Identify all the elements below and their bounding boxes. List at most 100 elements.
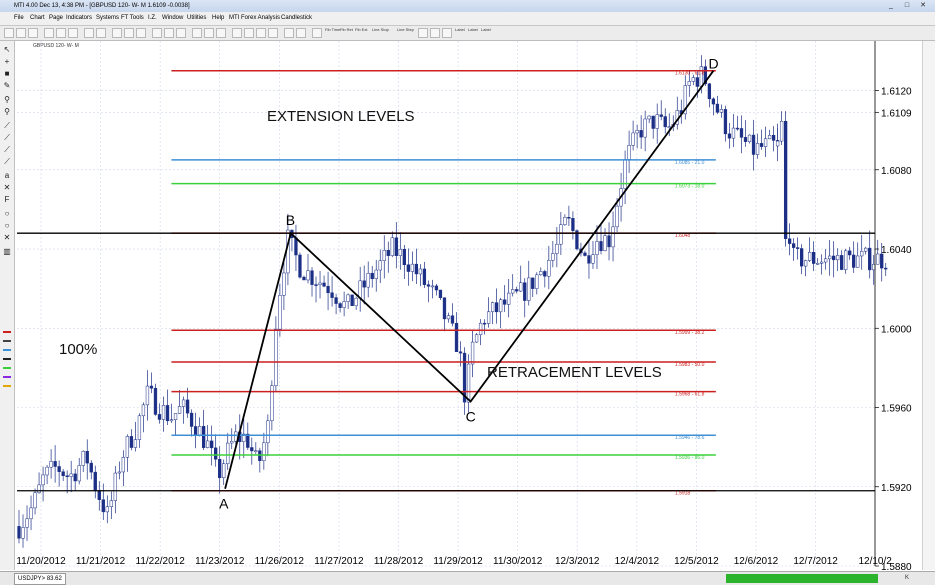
- toolbar-button-25[interactable]: [418, 28, 428, 38]
- channel-icon[interactable]: ⟋: [2, 133, 12, 142]
- circle-icon[interactable]: ○: [2, 209, 12, 218]
- toolbar-button-23[interactable]: [296, 28, 306, 38]
- toolbar-label-fib-ret[interactable]: Fib Ret: [340, 27, 353, 32]
- toolbar-label-fib-time[interactable]: Fib Time: [325, 27, 340, 32]
- candle-body: [474, 334, 479, 343]
- toolbar-label-line-step[interactable]: Line Step: [397, 27, 414, 32]
- fib-level-label: 1.5918: [675, 491, 691, 497]
- date-tick-label: 12/5/2012: [674, 556, 719, 567]
- menu-ft-tools[interactable]: FT Tools: [121, 12, 144, 25]
- toolbar-button-10[interactable]: [124, 28, 134, 38]
- toolbar-button-14[interactable]: [176, 28, 186, 38]
- toolbar-label-1[interactable]: Label: [455, 27, 465, 32]
- menu-file[interactable]: File: [14, 12, 24, 25]
- menu-page[interactable]: Page: [49, 12, 63, 25]
- flag-icon[interactable]: F: [2, 195, 12, 204]
- toolbar-label-line-stop[interactable]: Line Stop: [372, 27, 389, 32]
- fib-level-label: 1.5936 - 86.0: [675, 455, 705, 461]
- toolbar-button-19[interactable]: [244, 28, 254, 38]
- toolbar-button-22[interactable]: [284, 28, 294, 38]
- crosshair-icon[interactable]: +: [2, 57, 12, 66]
- toolbar-button-4[interactable]: [44, 28, 54, 38]
- toolbar-button-5[interactable]: [56, 28, 66, 38]
- price-chart[interactable]: GBPUSD 120- W- M 1.6130 - 61.8 1.6085 - 2…: [15, 41, 922, 570]
- connection-indicator: [726, 574, 878, 583]
- line-color-blue[interactable]: [3, 349, 11, 351]
- toolbar-label-3[interactable]: Label: [481, 27, 491, 32]
- retracement-levels-label: RETRACEMENT LEVELS: [487, 364, 662, 381]
- ellipse-icon[interactable]: ○: [2, 221, 12, 230]
- trendline-icon[interactable]: ⟋: [2, 121, 12, 130]
- pencil-icon[interactable]: ✎: [2, 81, 12, 90]
- right-scroll-gutter[interactable]: [922, 41, 935, 570]
- toolbar-button-15[interactable]: [192, 28, 202, 38]
- toolbar-button-17[interactable]: [216, 28, 226, 38]
- menu-indicators[interactable]: Indicators: [66, 12, 92, 25]
- toolbar-button-26[interactable]: [430, 28, 440, 38]
- minimize-button[interactable]: _: [884, 1, 898, 10]
- fib-icon[interactable]: ⟋: [2, 145, 12, 154]
- toolbar-button-6[interactable]: [68, 28, 78, 38]
- maximize-button[interactable]: □: [900, 1, 914, 10]
- toolbar-button-21[interactable]: [268, 28, 278, 38]
- toolbar-label-fib-ext[interactable]: Fib Ext: [355, 27, 367, 32]
- toolbar-button-9[interactable]: [112, 28, 122, 38]
- menu-iz[interactable]: I.Z.: [148, 12, 157, 25]
- candle-body: [57, 466, 61, 472]
- toolbar-button-24[interactable]: [312, 28, 322, 38]
- menu-help[interactable]: Help: [212, 12, 224, 25]
- candle-body: [735, 127, 740, 130]
- candle-body: [727, 133, 732, 139]
- candle-body: [715, 103, 720, 113]
- menu-chart[interactable]: Chart: [30, 12, 45, 25]
- line-color-green[interactable]: [3, 367, 11, 369]
- bars-icon[interactable]: ▥: [2, 247, 12, 256]
- candle-body: [129, 436, 134, 448]
- line-color-red[interactable]: [3, 331, 11, 333]
- toolbar-button-1[interactable]: [4, 28, 14, 38]
- toolbar-label-2[interactable]: Label: [468, 27, 478, 32]
- text-icon[interactable]: a: [2, 171, 12, 180]
- candle-body: [747, 134, 752, 142]
- candle-body: [117, 471, 121, 474]
- candle-body: [177, 406, 182, 414]
- symbol-tab[interactable]: USDJPY> 83.62: [14, 573, 66, 585]
- line-color-dark[interactable]: [3, 340, 11, 342]
- candle-body: [93, 471, 97, 491]
- menu-window[interactable]: Window: [162, 12, 183, 25]
- toolbar-button-8[interactable]: [96, 28, 106, 38]
- toolbar-button-7[interactable]: [84, 28, 94, 38]
- arrow-pointer-icon[interactable]: ↖: [2, 45, 12, 54]
- menu-systems[interactable]: Systems: [96, 12, 119, 25]
- candle-body: [787, 238, 792, 244]
- close-button[interactable]: ✕: [916, 1, 930, 10]
- menu-mti-forex-analysis[interactable]: MTI Forex Analysis: [229, 12, 280, 25]
- toolbar-button-27[interactable]: [442, 28, 452, 38]
- toolbar-button-2[interactable]: [16, 28, 26, 38]
- cross-icon[interactable]: ✕: [2, 233, 12, 242]
- candle-body: [414, 263, 419, 275]
- toolbar-button-3[interactable]: [28, 28, 38, 38]
- dollar-icon[interactable]: [256, 28, 266, 38]
- zoom-icon[interactable]: ⚲: [2, 95, 12, 104]
- line-color-purple[interactable]: [3, 376, 11, 378]
- box-icon[interactable]: ■: [2, 69, 12, 78]
- toolbar-button-16[interactable]: [204, 28, 214, 38]
- toolbar-button-11[interactable]: [136, 28, 146, 38]
- line-color-yellow[interactable]: [3, 385, 11, 387]
- line-color-black[interactable]: [3, 358, 11, 360]
- menu-candlestick[interactable]: Candlestick: [281, 12, 312, 25]
- candle-body: [89, 462, 93, 473]
- zoom-out-icon[interactable]: ⚲: [2, 107, 12, 116]
- candle-body: [69, 473, 73, 477]
- candle-body: [230, 441, 234, 444]
- delete-icon[interactable]: ✕: [2, 183, 12, 192]
- toolbar-button-12[interactable]: [152, 28, 162, 38]
- toolbar-button-13[interactable]: [164, 28, 174, 38]
- candle-body: [795, 247, 800, 249]
- gann-icon[interactable]: ⟋: [2, 157, 12, 166]
- candle-body: [719, 109, 724, 113]
- menu-utilities[interactable]: Utilities: [187, 12, 206, 25]
- candle-body: [852, 254, 856, 268]
- toolbar-button-18[interactable]: [232, 28, 242, 38]
